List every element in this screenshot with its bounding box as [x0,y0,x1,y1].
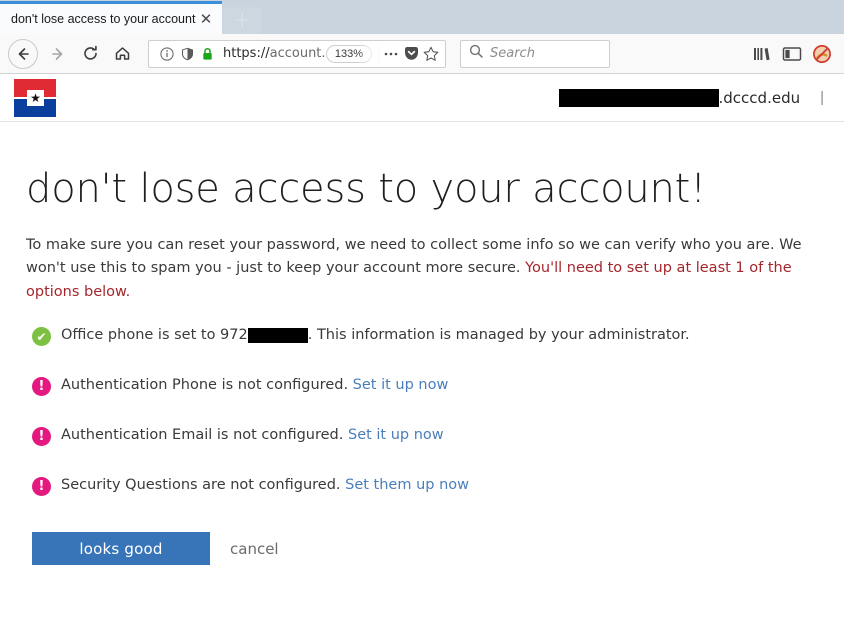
header-divider: | [820,89,824,106]
url-text[interactable]: https://account.activ [223,46,326,61]
header-account-info: .dcccd.edu | [558,88,832,107]
alert-circle-icon: ! [32,377,51,397]
redacted-phone [247,327,308,343]
dcccd-star-logo-icon: ★ [14,78,56,117]
url-bar[interactable]: https://account.activ 133% [148,39,446,68]
forward-arrow-icon[interactable] [42,39,74,69]
toolbar-right-icons [748,39,836,69]
url-fade-mask [357,41,383,66]
row-text-before: Office phone is set to 972 [61,327,248,344]
row-text-after: . This information is managed by your ad… [307,327,690,344]
url-host: account.activ [269,46,326,61]
row-text: Authentication Phone is not configured. … [61,376,448,396]
alert-circle-icon: ! [32,427,51,447]
row-text-before: Security Questions are not configured. [61,477,346,494]
new-tab-button[interactable]: + [223,7,261,34]
tab-active[interactable]: don't lose access to your account! ✕ [0,1,222,34]
account-domain: .dcccd.edu [718,88,801,107]
back-arrow-icon[interactable] [8,38,38,69]
row-text-before: Authentication Phone is not configured. [61,377,353,394]
setup-authentication-email-link[interactable]: Set it up now [348,427,444,443]
pocket-icon[interactable] [401,46,421,61]
reload-icon[interactable] [74,39,106,69]
list-item: ! Security Questions are not configured.… [26,476,818,497]
star-icon[interactable] [421,46,441,62]
setup-authentication-phone-link[interactable]: Set it up now [353,377,449,393]
page-title: don't lose access to your account! [26,166,706,212]
close-icon[interactable]: ✕ [196,9,216,29]
looks-good-button[interactable]: looks good [32,532,210,566]
sidebar-icon[interactable] [778,39,806,69]
row-text: Security Questions are not configured. S… [61,476,469,496]
home-icon[interactable] [106,39,138,69]
shield-icon[interactable] [177,47,197,61]
page-content: don't lose access to your account! To ma… [0,122,844,566]
redacted-username [558,88,719,107]
action-buttons: looks good cancel [26,532,818,566]
row-text: Authentication Email is not configured. … [61,426,444,446]
alert-circle-icon: ! [32,477,51,497]
site-header: ★ .dcccd.edu | [0,74,844,122]
browser-window: don't lose access to your account! ✕ + h… [0,0,844,644]
row-text: Office phone is set to 972 . This informa… [61,326,690,346]
check-circle-icon: ✔ [32,327,51,347]
intro-paragraph: To make sure you can reset your password… [26,234,818,304]
search-placeholder: Search [490,46,535,61]
tab-strip: don't lose access to your account! ✕ + [0,0,844,34]
list-item: ✔ Office phone is set to 972 . This infor… [26,326,818,347]
list-item: ! Authentication Email is not configured… [26,426,818,447]
tab-title: don't lose access to your account! [11,12,196,26]
cancel-button[interactable]: cancel [230,540,279,558]
star-icon: ★ [30,90,41,105]
ellipsis-icon[interactable] [381,51,401,57]
row-text-before: Authentication Email is not configured. [61,427,348,444]
search-input[interactable]: Search [460,39,610,68]
library-icon[interactable] [748,39,776,69]
list-item: ! Authentication Phone is not configured… [26,376,818,397]
search-icon [469,44,483,63]
blocked-account-icon[interactable] [808,39,836,69]
setup-security-questions-link[interactable]: Set them up now [345,477,469,493]
navigation-toolbar: https://account.activ 133% [0,34,844,74]
padlock-icon[interactable] [197,47,217,61]
page-viewport: ★ .dcccd.edu | don't lose access to your… [0,74,844,644]
url-scheme: https:// [223,46,270,61]
verification-options-list: ✔ Office phone is set to 972 . This infor… [26,326,818,497]
info-icon[interactable] [157,46,177,61]
